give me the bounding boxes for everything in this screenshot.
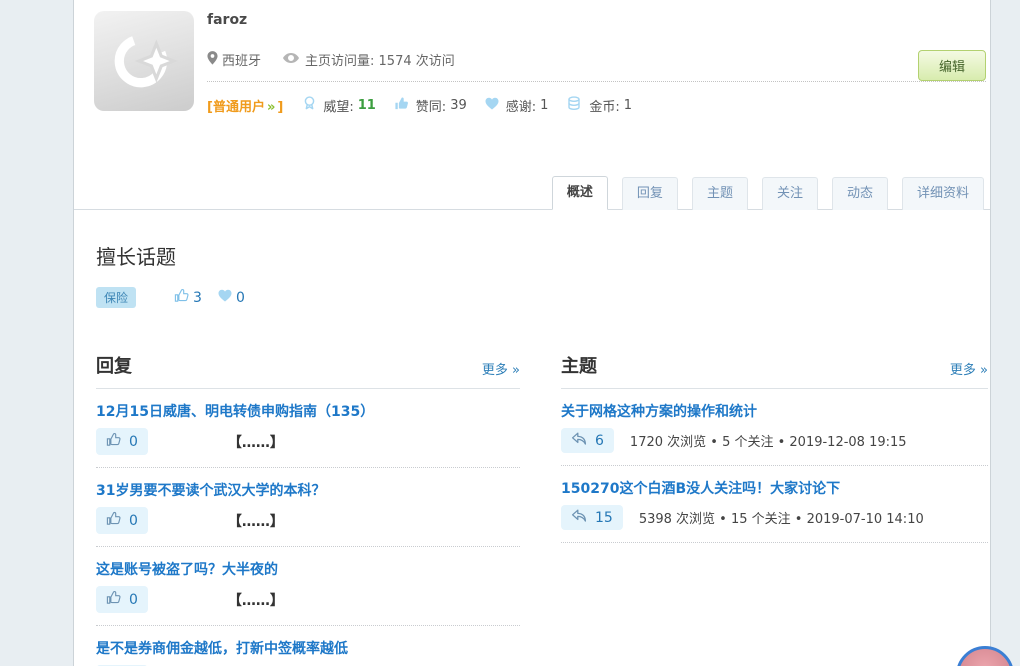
- skills-heading: 擅长话题: [96, 245, 176, 269]
- topic-stats-text: 5398 次浏览 • 15 个关注 • 2019-07-10 14:10: [638, 512, 924, 527]
- profile-tabs: 概述 回复 主题 关注 动态 详细资料: [551, 176, 984, 210]
- skills-row: 保险 3 0: [96, 287, 245, 308]
- vote-count-badge: 0: [96, 507, 148, 534]
- skill-hearts-count: 0: [218, 289, 245, 306]
- reply-excerpt: 【……】: [227, 434, 284, 451]
- reply-excerpt: 【……】: [227, 513, 284, 530]
- page-title-username: faroz: [207, 12, 248, 28]
- reply-item: 这是账号被盗了吗？大半夜的 0 【……】: [96, 547, 520, 626]
- tab-overview[interactable]: 概述: [551, 176, 608, 210]
- stat-thanks: 感谢: 1: [485, 96, 548, 115]
- thumb-up-icon: [394, 96, 416, 115]
- stat-reputation: 威望: 11: [303, 95, 376, 115]
- reply-arrow-icon: [571, 432, 587, 449]
- reply-item: 12月15日威唐、明电转债申购指南（135） 0 【……】: [96, 389, 520, 468]
- topics-section: 主题 更多 » 关于网格这种方案的操作和统计 6 1720 次浏览 • 5 个关…: [561, 352, 988, 543]
- topic-title-link[interactable]: 关于网格这种方案的操作和统计: [561, 402, 988, 422]
- reply-arrow-icon: [571, 509, 587, 526]
- thumb-up-outline-icon: [106, 432, 121, 451]
- role-badge[interactable]: [普通用户»]: [207, 96, 283, 115]
- reply-item: 是不是券商佣金越低，打新中签概率越低 0 【……】: [96, 626, 520, 666]
- edit-button[interactable]: 编辑: [917, 50, 986, 81]
- profile-info: faroz 西班牙 主页访问量: 1574 次访问: [207, 12, 900, 69]
- thumb-up-outline-icon: [106, 590, 121, 609]
- replies-header: 回复 更多 »: [96, 352, 520, 389]
- topics-title: 主题: [561, 356, 597, 377]
- reply-meta: 0 【……】: [96, 586, 520, 613]
- vote-count-badge: 0: [96, 428, 148, 455]
- replies-more-link[interactable]: 更多 »: [482, 359, 520, 378]
- replies-title: 回复: [96, 356, 132, 377]
- avatar[interactable]: [94, 11, 194, 111]
- tab-follows[interactable]: 关注: [761, 177, 818, 210]
- tab-details[interactable]: 详细资料: [901, 177, 984, 210]
- location-label: 西班牙: [222, 54, 262, 69]
- topics-header: 主题 更多 »: [561, 352, 988, 389]
- topic-meta-row: 6 1720 次浏览 • 5 个关注 • 2019-12-08 19:15: [561, 428, 988, 453]
- stats-row: [普通用户»] 威望: 11 赞同: 39 感谢: 1 金币: 1: [207, 95, 986, 115]
- replies-section: 回复 更多 » 12月15日威唐、明电转债申购指南（135） 0 【……】 31…: [96, 352, 520, 666]
- reply-title-link[interactable]: 这是账号被盗了吗？大半夜的: [96, 560, 520, 580]
- thumb-up-outline-icon: [174, 288, 193, 307]
- reply-meta: 0 【……】: [96, 507, 520, 534]
- vote-count-badge: 0: [96, 586, 148, 613]
- visits-label: 主页访问量: 1574 次访问: [305, 54, 455, 69]
- location-pin-icon: [207, 50, 218, 69]
- coins-icon: [566, 95, 589, 115]
- topic-title-link[interactable]: 150270这个白酒B没人关注吗！大家讨论下: [561, 479, 988, 499]
- topic-item: 150270这个白酒B没人关注吗！大家讨论下 15 5398 次浏览 • 15 …: [561, 466, 988, 543]
- reply-meta: 0 【……】: [96, 428, 520, 455]
- thumb-up-outline-icon: [106, 511, 121, 530]
- reply-excerpt: 【……】: [227, 592, 284, 609]
- heart-icon: [485, 97, 506, 114]
- profile-meta-row: 西班牙 主页访问量: 1574 次访问: [207, 50, 900, 69]
- medal-icon: [303, 95, 323, 115]
- tab-topics[interactable]: 主题: [691, 177, 748, 210]
- reply-title-link[interactable]: 是不是券商佣金越低，打新中签概率越低: [96, 639, 520, 659]
- dotted-divider: [207, 81, 986, 82]
- tab-replies[interactable]: 回复: [621, 177, 678, 210]
- skill-likes-count: 3: [174, 288, 202, 307]
- tab-activity[interactable]: 动态: [831, 177, 888, 210]
- site-logo-icon: [109, 24, 179, 98]
- topic-item: 关于网格这种方案的操作和统计 6 1720 次浏览 • 5 个关注 • 2019…: [561, 389, 988, 466]
- topic-meta-row: 15 5398 次浏览 • 15 个关注 • 2019-07-10 14:10: [561, 505, 988, 530]
- reply-item: 31岁男要不要读个武汉大学的本科？ 0 【……】: [96, 468, 520, 547]
- stat-coins: 金币: 1: [566, 95, 632, 115]
- eye-icon: [283, 52, 300, 67]
- heart-icon: [218, 289, 236, 306]
- topic-tag-insurance[interactable]: 保险: [96, 287, 137, 308]
- reply-title-link[interactable]: 12月15日威唐、明电转债申购指南（135）: [96, 402, 520, 422]
- reply-count-badge: 15: [561, 505, 623, 530]
- reply-title-link[interactable]: 31岁男要不要读个武汉大学的本科？: [96, 481, 520, 501]
- profile-page-panel: faroz 西班牙 主页访问量: 1574 次访问 [普通用户»] 威望: 11: [73, 0, 991, 666]
- topics-more-link[interactable]: 更多 »: [950, 359, 988, 378]
- topic-stats-text: 1720 次浏览 • 5 个关注 • 2019-12-08 19:15: [629, 435, 907, 450]
- stat-agrees: 赞同: 39: [394, 96, 467, 115]
- reply-count-badge: 6: [561, 428, 614, 453]
